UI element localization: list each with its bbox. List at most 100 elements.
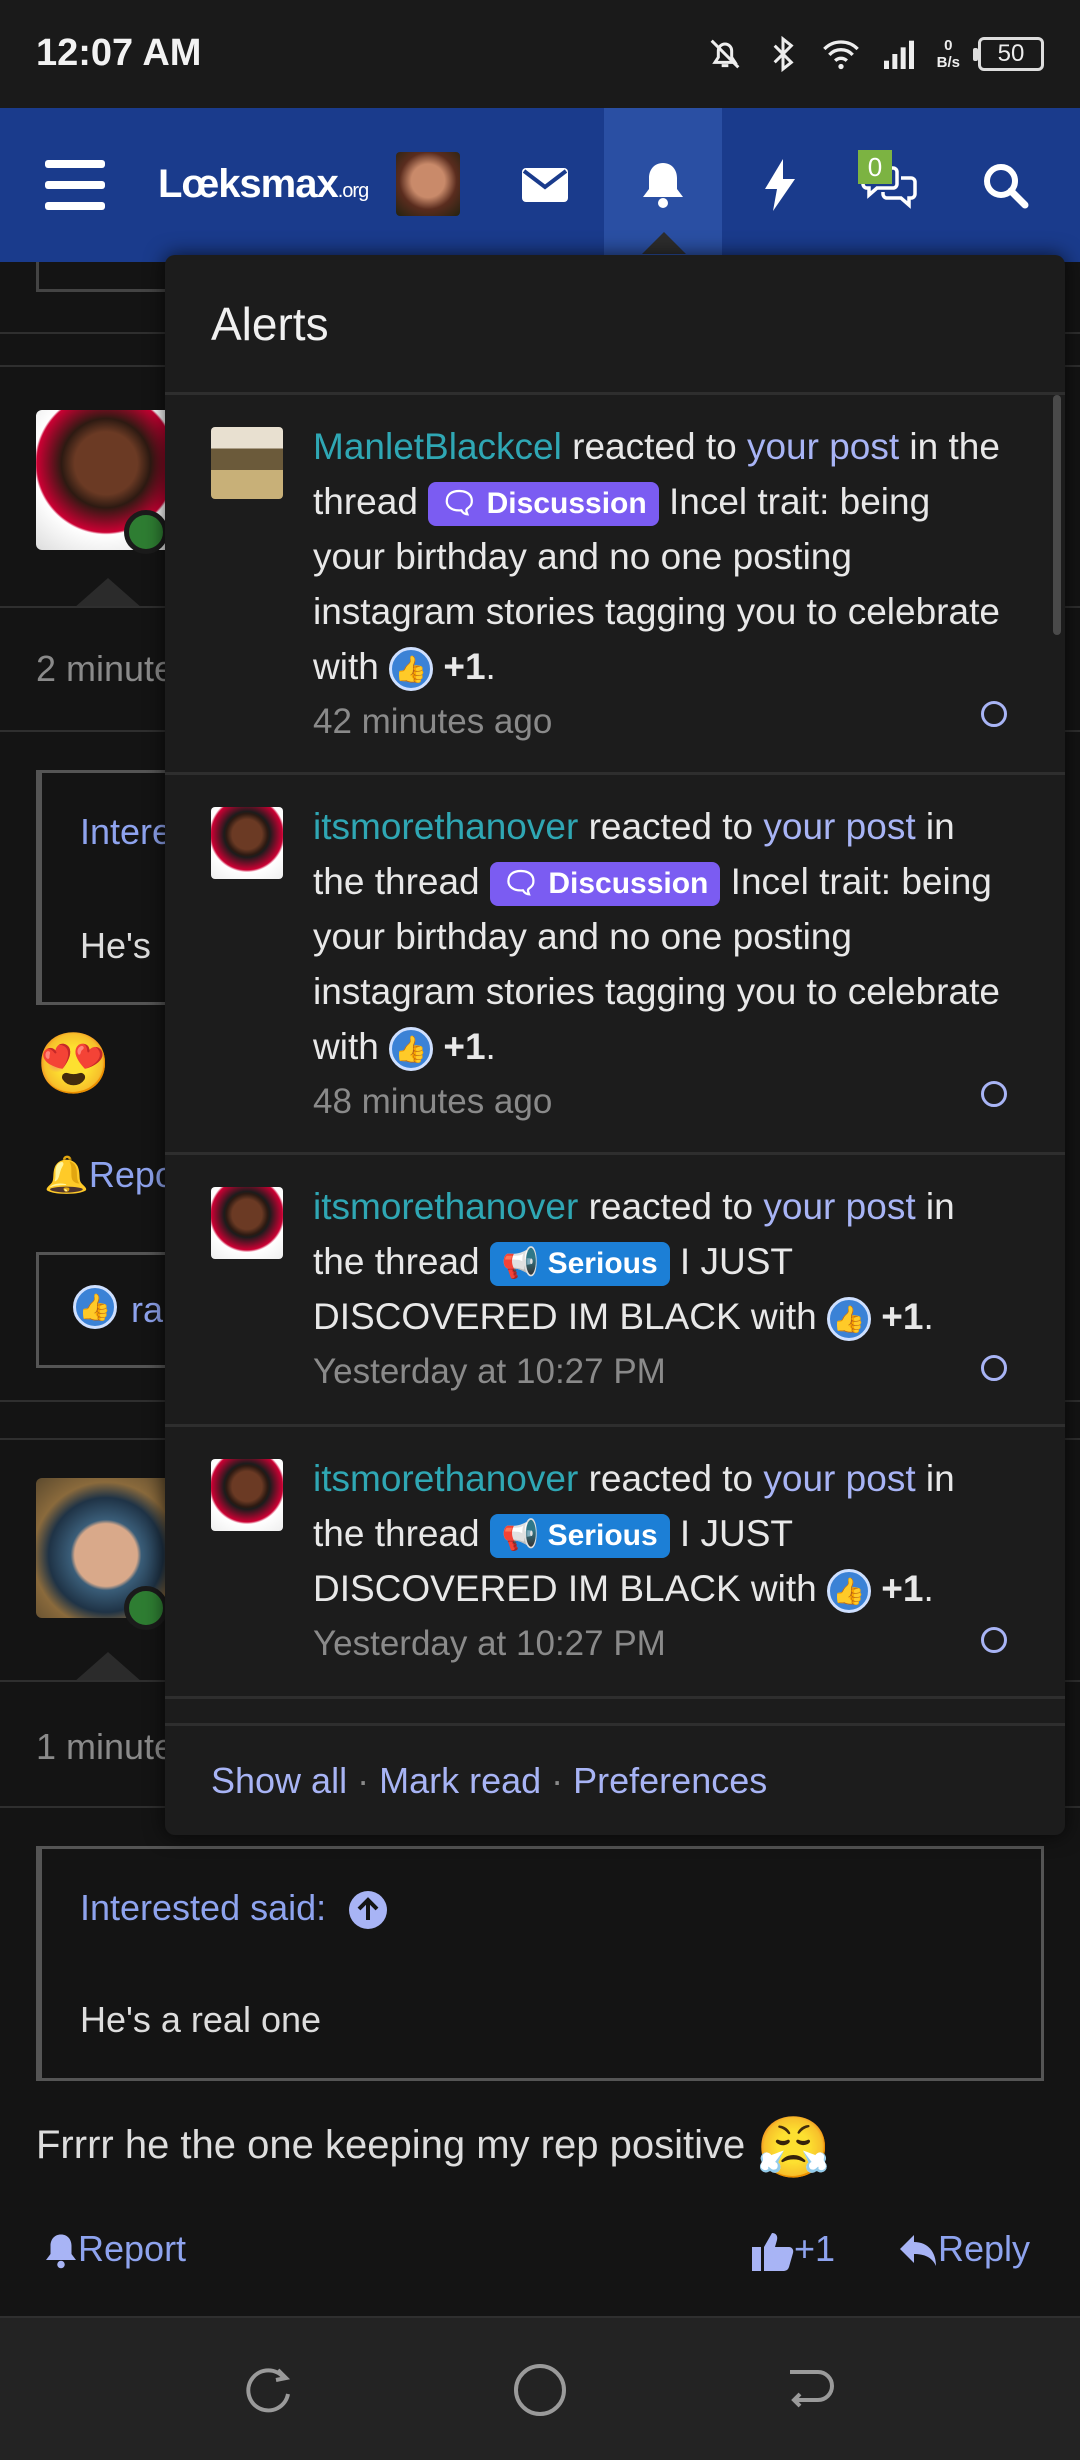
menu-button[interactable]	[30, 108, 120, 262]
like-reaction-icon: 👍	[389, 1027, 434, 1072]
battery-indicator: 50	[973, 37, 1044, 71]
mark-read-toggle[interactable]	[981, 1627, 1007, 1653]
alert-post-link[interactable]: your post	[747, 426, 899, 467]
reply-button[interactable]: Reply	[898, 2228, 1030, 2270]
network-speed-value: 0	[944, 37, 953, 54]
bluetooth-icon	[773, 35, 794, 73]
like-count: +1	[794, 2228, 836, 2269]
mark-read-toggle[interactable]	[981, 701, 1007, 727]
alerts-dropdown: Alerts ManletBlackcel reacted to your po…	[165, 255, 1065, 1835]
logo-suffix: .org	[337, 180, 369, 202]
conversations-badge: 0	[858, 150, 892, 184]
hamburger-icon	[45, 160, 105, 210]
alert-item[interactable]: itsmorethanover reacted to your post in …	[165, 1155, 1065, 1427]
post-body-text: Frrrr he the one keeping my rep positive	[36, 2123, 746, 2168]
reaction-name: +1	[881, 1568, 924, 1609]
online-indicator	[124, 510, 168, 554]
alert-text: itsmorethanover reacted to your post in …	[313, 1451, 1003, 1671]
like-reaction-icon: 👍	[389, 647, 434, 692]
home-icon[interactable]	[512, 2362, 568, 2418]
bell-icon	[46, 2234, 76, 2269]
reaction-name: +1	[443, 1026, 486, 1067]
alert-time: Yesterday at 10:27 PM	[313, 1352, 666, 1391]
alert-action: reacted to	[578, 806, 764, 847]
bell-icon	[643, 163, 683, 208]
alert-username[interactable]: ManletBlackcel	[313, 426, 562, 467]
alert-item[interactable]: ManletBlackcel reacted to your post in t…	[165, 395, 1065, 775]
mark-read-link[interactable]: Mark read	[379, 1760, 541, 1801]
whats-new-button[interactable]	[740, 108, 820, 262]
online-indicator	[124, 1586, 168, 1630]
alert-avatar[interactable]	[211, 1459, 283, 1531]
alerts-footer: Show all · Mark read · Preferences	[165, 1723, 1065, 1835]
quote-text: He's a real one	[80, 1999, 322, 2040]
quote-block: Interested said: He's a real one	[36, 1846, 1044, 2081]
alert-item[interactable]: itsmorethanover reacted to your post in …	[165, 775, 1065, 1155]
report-link[interactable]: 🔔Repo	[44, 1154, 175, 1196]
show-all-link[interactable]: Show all	[211, 1760, 347, 1801]
back-icon[interactable]	[784, 2364, 836, 2416]
bell-muted-icon	[710, 39, 740, 69]
alert-item[interactable]: itsmorethanover reacted to your post in …	[165, 1427, 1065, 1699]
message-arrow	[74, 1652, 142, 1682]
conversations-button[interactable]	[850, 108, 930, 262]
mark-read-toggle[interactable]	[981, 1355, 1007, 1381]
logo-text: Lœksmax	[158, 162, 339, 206]
quote-text: He's	[80, 925, 151, 966]
report-label: Report	[78, 2228, 187, 2269]
system-nav-bar	[0, 2318, 1080, 2460]
alert-avatar[interactable]	[211, 427, 283, 499]
quote-author[interactable]: Interested said:	[80, 1887, 388, 1930]
alerts-title: Alerts	[165, 255, 1065, 395]
alert-username[interactable]: itsmorethanover	[313, 1186, 578, 1227]
search-icon	[984, 164, 1029, 209]
wifi-icon	[822, 40, 859, 70]
alert-action: reacted to	[561, 426, 747, 467]
top-navbar: Lœksmax.org 0	[0, 108, 1080, 262]
post-body: Frrrr he the one keeping my rep positive…	[36, 2112, 831, 2183]
inbox-button[interactable]	[505, 108, 585, 262]
report-label: Repo	[88, 1154, 175, 1195]
status-icons: 0 B/s 50	[705, 30, 1044, 78]
lightning-icon	[765, 159, 795, 211]
discussion-label: 🗨 Discussion	[489, 862, 721, 907]
alert-post-link[interactable]: your post	[763, 806, 915, 847]
network-speed: 0 B/s	[937, 37, 960, 71]
alert-username[interactable]: itsmorethanover	[313, 1458, 578, 1499]
separator: ·	[347, 1760, 380, 1801]
site-logo[interactable]: Lœksmax.org	[158, 162, 369, 207]
alert-time: 42 minutes ago	[313, 702, 553, 741]
like-reaction-icon: 👍	[73, 1285, 117, 1329]
like-button[interactable]: +1	[752, 2228, 836, 2272]
steam-face-emoji: 😤	[756, 2114, 832, 2181]
post-timestamp[interactable]: 2 minute	[36, 648, 174, 690]
alert-username[interactable]: itsmorethanover	[313, 806, 578, 847]
alert-avatar[interactable]	[211, 1187, 283, 1259]
alert-avatar[interactable]	[211, 807, 283, 879]
thumbs-up-icon	[752, 2233, 794, 2272]
status-time: 12:07 AM	[36, 32, 202, 74]
message-arrow	[74, 578, 142, 608]
search-button[interactable]	[965, 108, 1045, 262]
thread-label-text: Serious	[547, 1519, 658, 1553]
thread-label-text: Discussion	[486, 487, 647, 521]
thread-label-text: Serious	[547, 1247, 658, 1281]
user-avatar[interactable]	[396, 152, 460, 216]
alert-post-link[interactable]: your post	[763, 1186, 915, 1227]
alert-text: itsmorethanover reacted to your post in …	[313, 799, 1003, 1129]
thread-label-text: Discussion	[548, 867, 709, 901]
quote-author[interactable]: Intere	[80, 811, 172, 853]
signal-icon	[883, 40, 914, 69]
mark-read-toggle[interactable]	[981, 1081, 1007, 1107]
serious-label: 📢 Serious	[489, 1514, 670, 1559]
alert-time: Yesterday at 10:27 PM	[313, 1624, 666, 1663]
post-timestamp[interactable]: 1 minute	[36, 1726, 174, 1768]
arrow-up-circle-icon[interactable]	[348, 1890, 388, 1930]
like-reaction-icon: 👍	[827, 1297, 872, 1342]
preferences-link[interactable]: Preferences	[573, 1760, 767, 1801]
alert-text: ManletBlackcel reacted to your post in t…	[313, 419, 1003, 749]
report-link[interactable]: Report	[44, 2228, 186, 2270]
alert-post-link[interactable]: your post	[763, 1458, 915, 1499]
discussion-label: 🗨 Discussion	[428, 482, 659, 527]
recents-icon[interactable]	[244, 2364, 296, 2416]
